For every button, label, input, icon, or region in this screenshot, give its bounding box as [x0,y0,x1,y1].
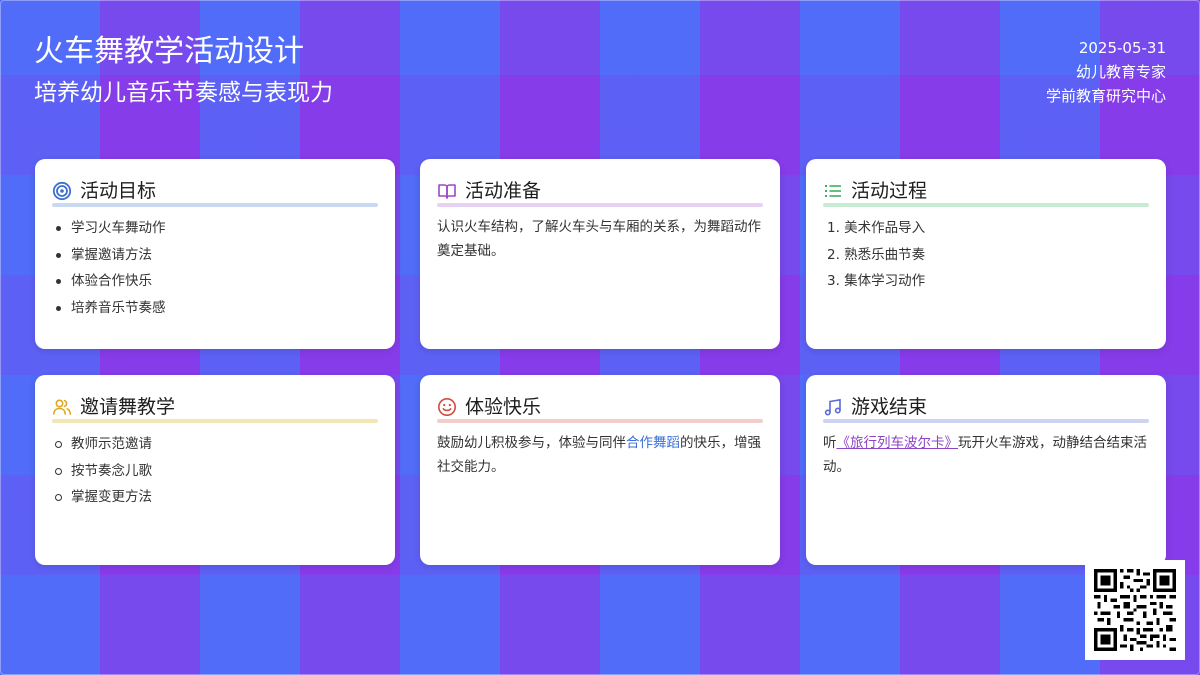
card-preparation-title: 活动准备 [465,180,542,202]
invite-list: 教师示范邀请 按节奏念儿歌 掌握变更方法 [52,431,378,511]
date-label: 2025-05-31 [1078,39,1166,57]
music-note-icon [823,397,843,417]
card-process-underline [823,203,1149,207]
card-invite-title: 邀请舞教学 [80,396,176,418]
card-goals: 活动目标 学习火车舞动作 掌握邀请方法 体验合作快乐 培养音乐节奏感 [35,159,395,349]
list-item: 2. 熟悉乐曲节奏 [827,246,926,263]
list-item: 掌握邀请方法 [52,242,378,269]
card-invite: 邀请舞教学 教师示范邀请 按节奏念儿歌 掌握变更方法 [35,375,395,565]
card-invite-underline [52,419,378,423]
card-goals-title: 活动目标 [80,180,157,202]
cooperative-dance-link[interactable]: 合作舞蹈 [626,435,680,451]
card-ending-title: 游戏结束 [851,396,928,418]
page-title: 火车舞教学活动设计 [34,34,304,69]
list-item: 教师示范邀请 [52,431,378,458]
list-item: 掌握变更方法 [52,484,378,511]
card-ending-header: 游戏结束 [823,393,1149,423]
header-meta: 2025-05-31 幼儿教育专家 学前教育研究中心 [1046,36,1166,108]
qr-code[interactable] [1085,560,1185,660]
list-item: 体验合作快乐 [52,268,378,295]
page-subtitle: 培养幼儿音乐节奏感与表现力 [34,80,333,106]
users-icon [52,397,72,417]
organization-label: 学前教育研究中心 [1045,87,1166,105]
card-joy-underline [437,419,763,423]
list-item: 3. 集体学习动作 [827,273,926,289]
card-preparation-underline [437,203,763,207]
card-invite-header: 邀请舞教学 [52,393,378,423]
list-item: 学习火车舞动作 [52,215,378,242]
process-list: 1. 美术作品导入 2. 熟悉乐曲节奏 3. 集体学习动作 [823,215,1149,295]
card-process-header: 活动过程 [823,177,1149,207]
card-joy-header: 体验快乐 [437,393,763,423]
preparation-text: 认识火车结构，了解火车头与车厢的关系，为舞蹈动作奠定基础。 [437,219,761,259]
smile-icon [437,397,457,417]
card-joy: 体验快乐 鼓励幼儿积极参与，体验与同伴合作舞蹈的快乐，增强社交能力。 [420,375,780,565]
list-item: 培养音乐节奏感 [52,295,378,322]
card-process: 活动过程 1. 美术作品导入 2. 熟悉乐曲节奏 3. 集体学习动作 [806,159,1166,349]
book-icon [437,181,457,201]
list-icon [823,181,843,201]
card-ending-underline [823,419,1149,423]
card-joy-title: 体验快乐 [465,396,542,418]
qr-code-icon [1094,569,1176,651]
card-goals-underline [52,203,378,207]
card-preparation-header: 活动准备 [437,177,763,207]
goals-list: 学习火车舞动作 掌握邀请方法 体验合作快乐 培养音乐节奏感 [52,215,378,321]
polka-song-link[interactable]: 《旅行列车波尔卡》 [837,435,959,451]
ending-text: 听《旅行列车波尔卡》玩开火车游戏，动静结合结束活动。 [823,431,1149,479]
ending-text-before: 听 [823,435,837,451]
card-ending: 游戏结束 听《旅行列车波尔卡》玩开火车游戏，动静结合结束活动。 [806,375,1166,565]
joy-text-before: 鼓励幼儿积极参与，体验与同伴 [437,435,626,451]
card-process-title: 活动过程 [851,180,928,202]
card-goals-header: 活动目标 [52,177,378,207]
target-icon [52,181,72,201]
card-preparation: 活动准备 认识火车结构，了解火车头与车厢的关系，为舞蹈动作奠定基础。 [420,159,780,349]
list-item: 按节奏念儿歌 [52,458,378,485]
joy-text: 鼓励幼儿积极参与，体验与同伴合作舞蹈的快乐，增强社交能力。 [437,431,763,479]
author-label: 幼儿教育专家 [1075,63,1166,81]
list-item: 1. 美术作品导入 [827,220,926,236]
